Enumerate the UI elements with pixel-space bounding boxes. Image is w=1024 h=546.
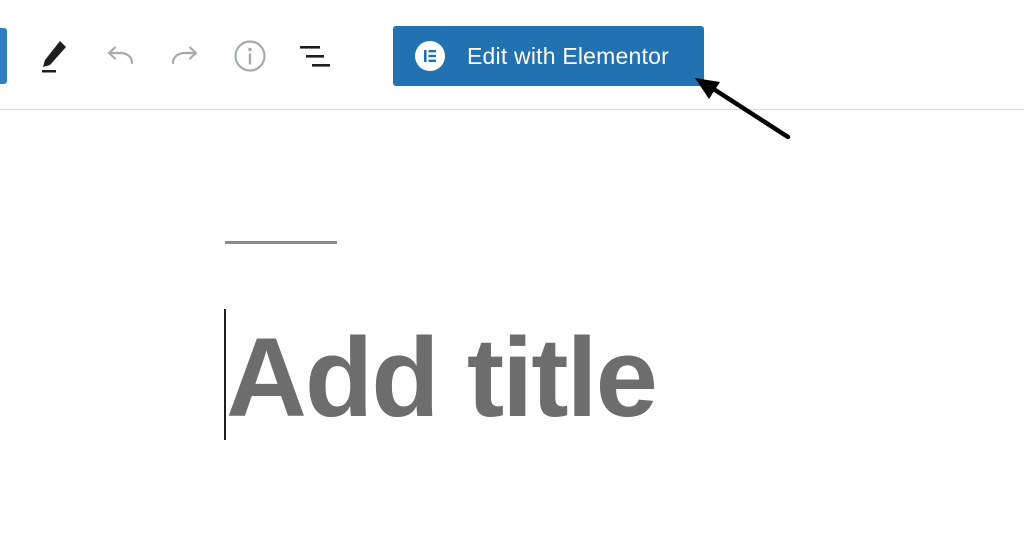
pen-icon [38,38,70,74]
toolbar-left-accent [0,28,7,84]
list-view-button[interactable] [293,34,337,78]
redo-icon [169,44,201,68]
separator-block [225,241,337,244]
info-icon [233,39,267,73]
undo-button[interactable] [98,34,142,78]
block-editor: Edit with Elementor Add title [0,0,1024,546]
redo-button[interactable] [163,34,207,78]
details-button[interactable] [228,34,272,78]
post-title-input[interactable]: Add title [226,318,826,438]
edit-with-elementor-label: Edit with Elementor [467,42,669,69]
tools-button[interactable] [32,34,76,78]
undo-icon [104,44,136,68]
elementor-logo-icon [415,41,445,71]
list-view-icon [297,41,333,71]
editor-toolbar: Edit with Elementor [0,0,1024,110]
edit-with-elementor-button[interactable]: Edit with Elementor [393,26,704,86]
